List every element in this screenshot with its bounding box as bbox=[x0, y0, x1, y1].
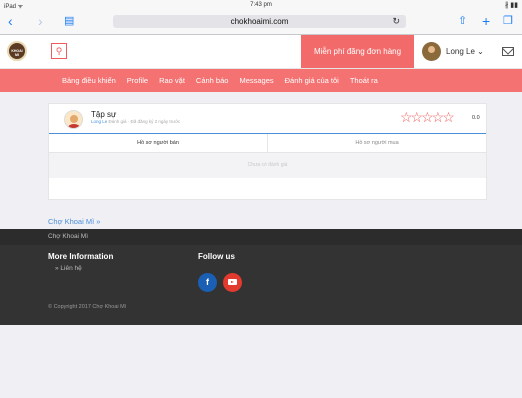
clock: 7:43 pm bbox=[250, 2, 272, 8]
copyright: © Copyright 2017 Chợ Khoai Mì bbox=[48, 304, 127, 310]
facebook-icon[interactable]: f bbox=[198, 273, 217, 292]
menu-item-profile[interactable]: Profile bbox=[127, 76, 148, 85]
back-icon[interactable]: ‹ bbox=[8, 13, 13, 29]
search-icon[interactable]: ⚲ bbox=[51, 43, 67, 59]
profile-meta: Long Le Đánh giá · Đã đăng ký 2 ngày trư… bbox=[91, 119, 180, 124]
chevron-down-icon: ⌄ bbox=[477, 47, 484, 56]
status-bar: iPad ᯤ 7:43 pm ∦ ▮▮ bbox=[0, 0, 522, 11]
share-icon[interactable]: ⇧ bbox=[458, 13, 467, 29]
site-footer: More Information » Liên hệ Follow us f ©… bbox=[0, 245, 522, 325]
user-menu-toggle[interactable]: Long Le ⌄ bbox=[446, 47, 484, 56]
profile-tabs: Hồ sơ người bán Hồ sơ người mua bbox=[49, 134, 486, 153]
breadcrumb[interactable]: Chợ Khoai Mì » bbox=[48, 217, 100, 226]
profile-name[interactable]: Long Le bbox=[91, 119, 107, 124]
site-logo[interactable]: KHOAI MI bbox=[7, 41, 27, 61]
main-content: Tập sự Long Le Đánh giá · Đã đăng ký 2 n… bbox=[0, 92, 522, 229]
profile-summary: Tập sự Long Le Đánh giá · Đã đăng ký 2 n… bbox=[49, 104, 486, 134]
post-order-button[interactable]: Miễn phí đăng đơn hàng bbox=[301, 35, 414, 68]
menu-item-my-reviews[interactable]: Đánh giá của tôi bbox=[285, 76, 339, 85]
tabs-icon[interactable]: ❐ bbox=[503, 13, 513, 29]
more-information-heading: More Information bbox=[48, 252, 114, 261]
rating-stars: ☆☆☆☆☆ bbox=[400, 109, 455, 125]
tab-buyer-profile[interactable]: Hồ sơ người mua bbox=[267, 134, 486, 152]
address-bar[interactable]: chokhoaimi.com ↻ bbox=[113, 15, 406, 28]
profile-avatar bbox=[64, 110, 83, 129]
user-avatar[interactable] bbox=[422, 42, 441, 61]
new-tab-icon[interactable]: + bbox=[482, 13, 490, 29]
page-blank-area bbox=[0, 325, 522, 398]
url-text: chokhoaimi.com bbox=[230, 17, 289, 26]
username: Long Le bbox=[446, 47, 475, 56]
youtube-icon[interactable] bbox=[223, 273, 242, 292]
main-menu: Bảng điều khiển Profile Rao vặt Cảnh báo… bbox=[0, 69, 522, 92]
menu-item-logout[interactable]: Thoát ra bbox=[350, 76, 378, 85]
menu-item-alerts[interactable]: Cảnh báo bbox=[196, 76, 229, 85]
card-spacer bbox=[49, 178, 486, 199]
bookmarks-icon[interactable]: ▤ bbox=[64, 13, 74, 29]
footer-site-name: Chợ Khoai Mì bbox=[0, 229, 522, 245]
browser-toolbar: ‹ › ▤ chokhoaimi.com ↻ ⇧ + ❐ bbox=[0, 11, 522, 35]
follow-us-heading: Follow us bbox=[198, 252, 235, 261]
site-header: KHOAI MI ⚲ Miễn phí đăng đơn hàng Long L… bbox=[0, 35, 522, 69]
profile-card: Tập sự Long Le Đánh giá · Đã đăng ký 2 n… bbox=[48, 103, 487, 200]
tab-seller-profile[interactable]: Hồ sơ người bán bbox=[49, 134, 267, 152]
rating-score: 0.0 bbox=[472, 115, 480, 121]
forward-icon[interactable]: › bbox=[38, 13, 43, 29]
empty-reviews-message: Chưa có đánh giá bbox=[49, 153, 486, 178]
profile-meta-text: Đánh giá · Đã đăng ký 2 ngày trước bbox=[108, 119, 181, 124]
menu-item-dashboard[interactable]: Bảng điều khiển bbox=[62, 76, 116, 85]
logo-text: KHOAI MI bbox=[11, 49, 23, 57]
menu-item-messages[interactable]: Messages bbox=[239, 76, 273, 85]
mail-icon[interactable] bbox=[502, 47, 514, 56]
battery-icon: ∦ ▮▮ bbox=[504, 2, 518, 9]
contact-link[interactable]: » Liên hệ bbox=[55, 265, 82, 272]
user-rank: Tập sự bbox=[91, 110, 117, 119]
reload-icon[interactable]: ↻ bbox=[392, 15, 400, 28]
menu-item-classifieds[interactable]: Rao vặt bbox=[159, 76, 185, 85]
